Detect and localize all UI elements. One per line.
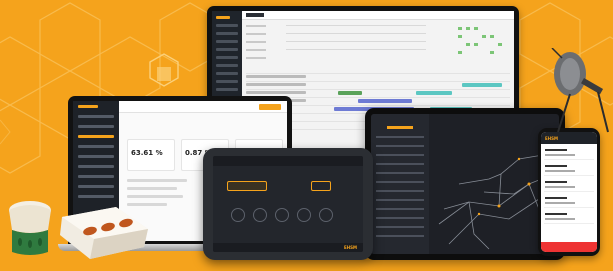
list-item[interactable]	[544, 194, 594, 208]
rugged-status-pill[interactable]	[227, 181, 267, 191]
laptop-topbar	[119, 101, 287, 113]
rugged-status-pill[interactable]	[311, 181, 331, 191]
list-item[interactable]	[544, 146, 594, 160]
hero-banner: ​ 63.61 % ​ 0.87 %	[0, 0, 613, 271]
smartphone: EHSM	[538, 128, 600, 256]
monitor-header	[242, 11, 514, 20]
rugged-node[interactable]	[231, 208, 245, 222]
rugged-topbar	[213, 156, 363, 166]
list-item[interactable]	[544, 210, 594, 224]
tablet	[365, 108, 565, 260]
antenna-sensor-icon	[551, 48, 609, 133]
rugged-handheld: EHSM	[203, 148, 373, 260]
rugged-node[interactable]	[253, 208, 267, 222]
list-item[interactable]	[544, 178, 594, 192]
monitor-timetable-grid	[246, 25, 502, 59]
rugged-logo: EHSM	[344, 245, 357, 250]
smartphone-brand: EHSM	[545, 136, 558, 141]
rugged-node[interactable]	[297, 208, 311, 222]
rugged-screen: EHSM	[213, 156, 363, 252]
tablet-side-panel	[371, 114, 429, 254]
laptop-action-button[interactable]	[259, 104, 281, 110]
kpi-card: ​ 63.61 %	[127, 139, 175, 171]
rugged-node[interactable]	[275, 208, 289, 222]
wearable-tag-icon	[60, 207, 148, 259]
smartphone-screen: EHSM	[541, 132, 597, 252]
rugged-node[interactable]	[319, 208, 333, 222]
tablet-screen-3d-mine-map	[371, 114, 559, 254]
cylindrical-beacon-icon	[9, 201, 51, 255]
rugged-bottombar: EHSM	[213, 243, 363, 252]
list-item[interactable]	[544, 162, 594, 176]
smartphone-bottom-nav[interactable]	[541, 242, 597, 252]
kpi-value: 63.61 %	[131, 149, 163, 157]
